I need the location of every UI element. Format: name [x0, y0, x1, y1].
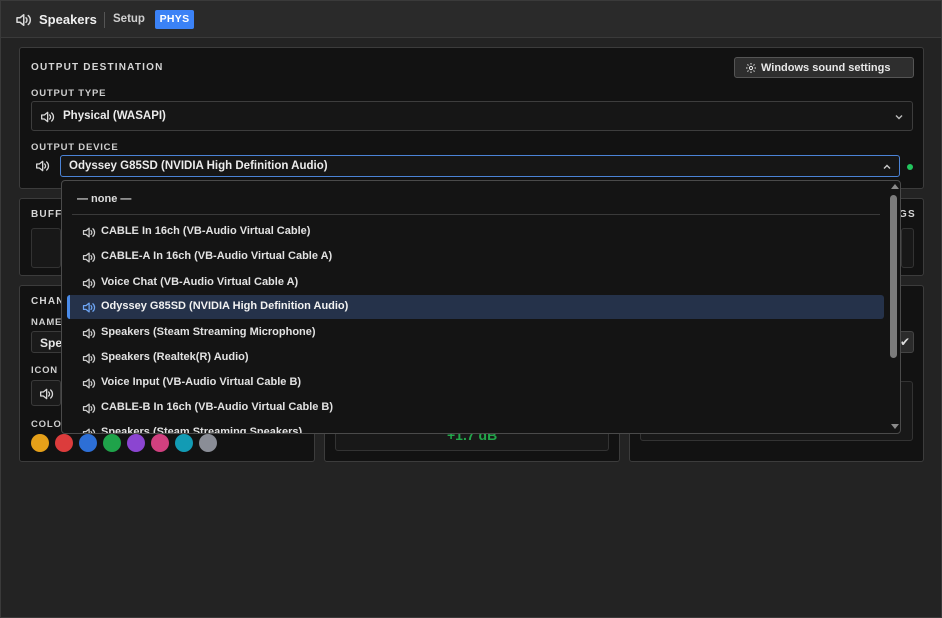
dropdown-option-label: Voice Input (VB-Audio Virtual Cable B): [101, 376, 302, 388]
color-swatch-red[interactable]: [55, 434, 73, 452]
output-type-label: OUTPUT TYPE: [31, 88, 107, 99]
dropdown-option-label: CABLE-B In 16ch (VB-Audio Virtual Cable …: [101, 401, 334, 413]
dropdown-scrollbar[interactable]: [889, 181, 900, 433]
speaker-icon: [40, 388, 54, 400]
windows-sound-settings-label: Windows sound settings: [761, 62, 891, 74]
channel-name-value: Spe: [40, 336, 63, 350]
buffer-left-box: [31, 228, 61, 268]
dropdown-option[interactable]: CABLE In 16ch (VB-Audio Virtual Cable): [67, 220, 884, 244]
speaker-icon: [82, 328, 96, 339]
speaker-icon: [36, 160, 50, 172]
dropdown-option-label: CABLE-A In 16ch (VB-Audio Virtual Cable …: [101, 250, 333, 262]
color-label: COLO: [31, 419, 62, 430]
dropdown-option[interactable]: Speakers (Steam Streaming Microphone): [67, 321, 884, 345]
channel-name-input[interactable]: Spe: [31, 331, 63, 353]
setup-tab[interactable]: Setup: [113, 13, 145, 25]
title-bar: Speakers Setup PHYS: [1, 1, 941, 38]
output-device-select[interactable]: Odyssey G85SD (NVIDIA High Definition Au…: [60, 155, 900, 177]
gear-icon: [746, 63, 756, 73]
scroll-down-arrow-icon[interactable]: [891, 424, 899, 429]
dropdown-option[interactable]: Voice Input (VB-Audio Virtual Cable B): [67, 371, 884, 395]
color-swatch-teal[interactable]: [175, 434, 193, 452]
speaker-icon: [82, 378, 96, 389]
channel-icon-picker[interactable]: [31, 380, 61, 406]
output-destination-heading: OUTPUT DESTINATION: [31, 62, 164, 73]
dropdown-option[interactable]: CABLE-B In 16ch (VB-Audio Virtual Cable …: [67, 396, 884, 420]
color-swatch-gray[interactable]: [199, 434, 217, 452]
device-status-dot: [907, 164, 913, 170]
speaker-icon: [82, 353, 96, 364]
dropdown-option[interactable]: Speakers (Steam Streaming Speakers): [67, 421, 884, 434]
speaker-icon: [82, 227, 96, 238]
dropdown-option-label: Speakers (Realtek(R) Audio): [101, 351, 249, 363]
windows-sound-settings-button[interactable]: Windows sound settings: [734, 57, 914, 78]
dropdown-option-label: Voice Chat (VB-Audio Virtual Cable A): [101, 276, 299, 288]
dropdown-option-selected[interactable]: Odyssey G85SD (NVIDIA High Definition Au…: [67, 295, 884, 319]
buffer-heading: BUFF: [31, 209, 63, 220]
speaker-icon: [41, 111, 55, 123]
speaker-icon: [82, 278, 96, 289]
chevron-up-icon: [883, 164, 891, 169]
window-title: Speakers: [39, 12, 97, 27]
chevron-down-icon: [895, 115, 903, 120]
app-window: Speakers Setup PHYS OUTPUT DESTINATION W…: [0, 0, 942, 618]
speaker-icon: [16, 14, 31, 26]
color-swatch-green[interactable]: [103, 434, 121, 452]
speaker-icon: [82, 252, 96, 263]
dropdown-option[interactable]: CABLE-A In 16ch (VB-Audio Virtual Cable …: [67, 245, 884, 269]
name-label: NAME: [31, 317, 63, 328]
speaker-icon: [82, 428, 96, 433]
color-swatch-blue[interactable]: [79, 434, 97, 452]
phys-badge: PHYS: [155, 10, 194, 29]
color-swatch-orange[interactable]: [31, 434, 49, 452]
dropdown-none-option[interactable]: — none —: [77, 193, 131, 205]
speaker-icon: [82, 403, 96, 414]
output-device-value: Odyssey G85SD (NVIDIA High Definition Au…: [69, 160, 328, 172]
color-swatch-pink[interactable]: [151, 434, 169, 452]
dropdown-divider: [72, 214, 880, 215]
icon-label: ICON: [31, 365, 58, 376]
title-divider: [104, 12, 105, 28]
output-device-label: OUTPUT DEVICE: [31, 142, 119, 153]
output-type-select[interactable]: Physical (WASAPI): [31, 101, 913, 131]
scroll-thumb[interactable]: [890, 195, 897, 358]
dropdown-option-label: CABLE In 16ch (VB-Audio Virtual Cable): [101, 225, 311, 237]
buffer-right-box: [901, 228, 914, 268]
dropdown-option-label: Speakers (Steam Streaming Microphone): [101, 326, 316, 338]
dropdown-option[interactable]: Voice Chat (VB-Audio Virtual Cable A): [67, 271, 884, 295]
channel-heading: CHAN: [31, 296, 65, 307]
output-device-dropdown: — none — CABLE In 16ch (VB-Audio Virtual…: [61, 180, 901, 434]
dropdown-option[interactable]: Speakers (Realtek(R) Audio): [67, 346, 884, 370]
buffer-right-heading: GS: [899, 209, 916, 220]
scroll-up-arrow-icon[interactable]: [891, 184, 899, 189]
output-type-value: Physical (WASAPI): [63, 110, 166, 122]
color-swatch-purple[interactable]: [127, 434, 145, 452]
dropdown-option-label: Speakers (Steam Streaming Speakers): [101, 426, 303, 434]
dropdown-option-label: Odyssey G85SD (NVIDIA High Definition Au…: [101, 300, 349, 312]
speaker-icon: [82, 302, 96, 313]
